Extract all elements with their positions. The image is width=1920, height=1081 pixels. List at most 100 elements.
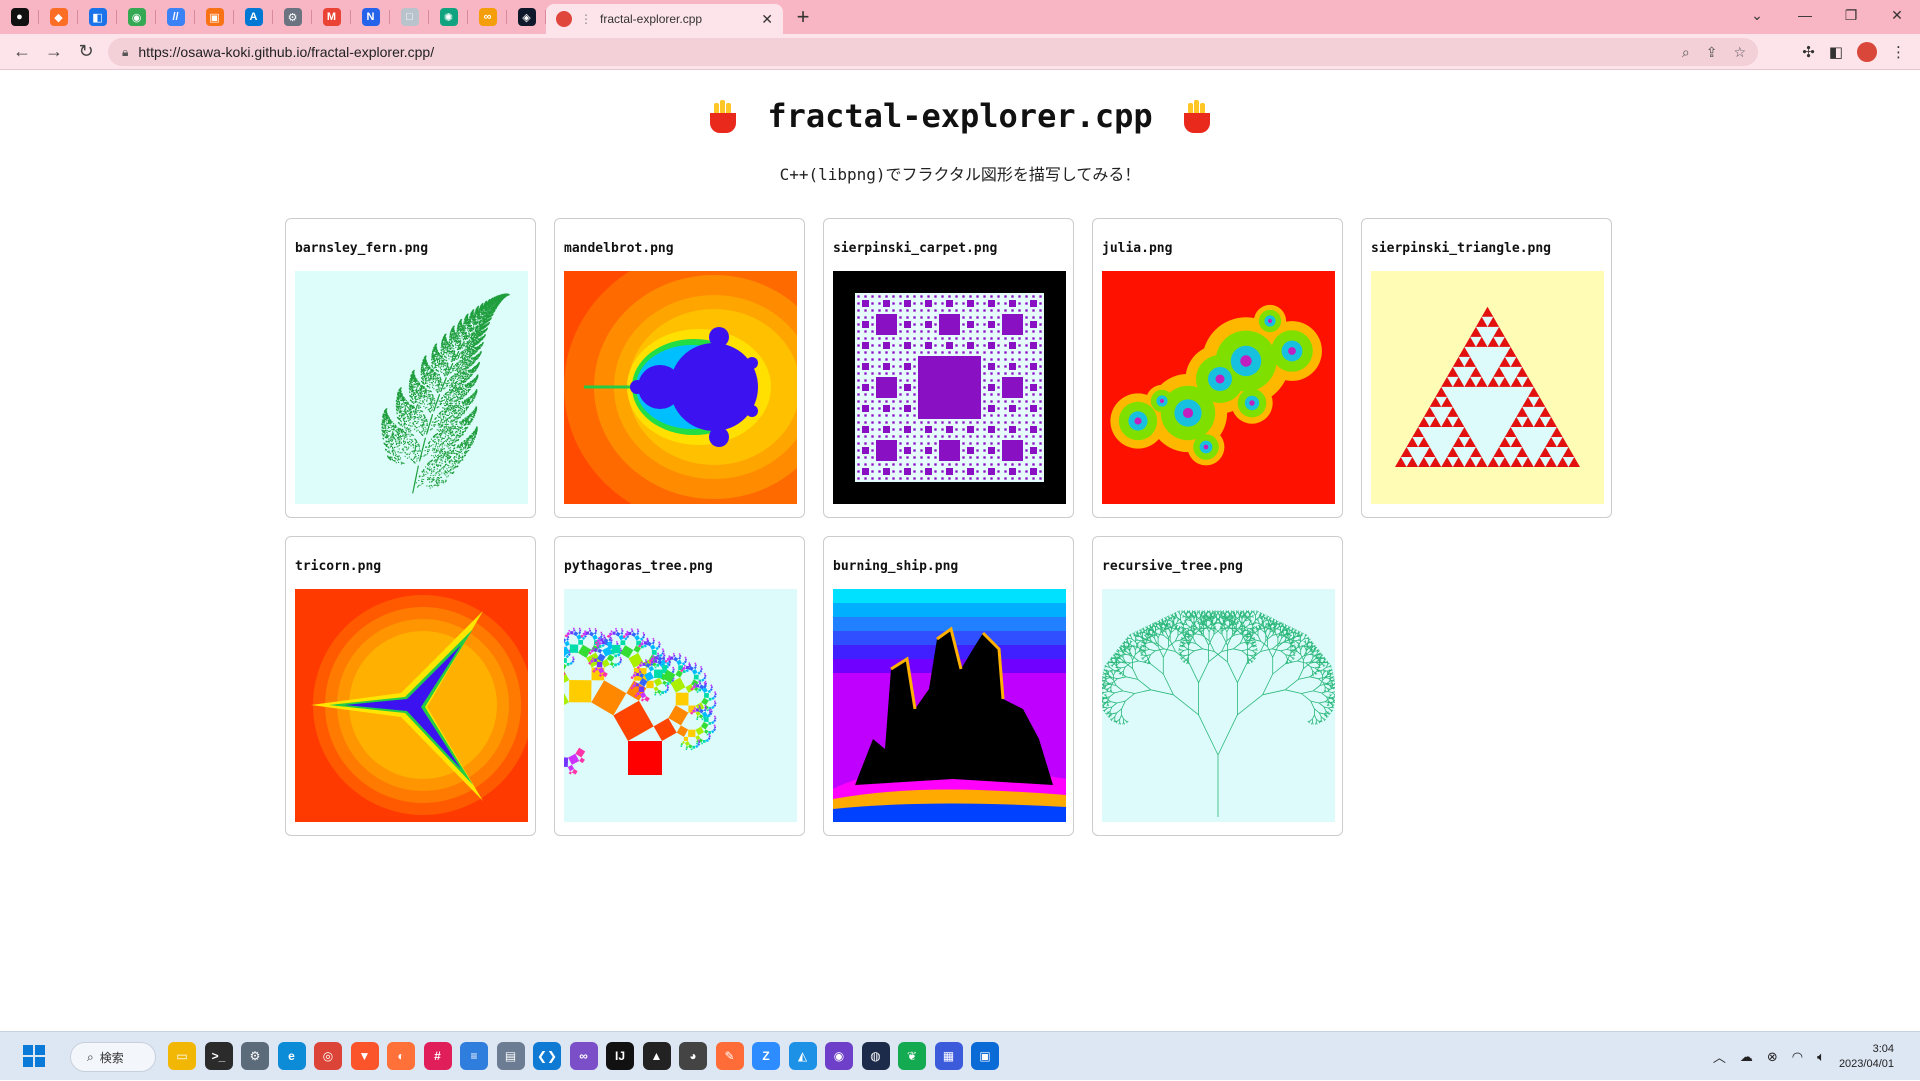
firefox-icon[interactable]: ◐ xyxy=(387,1042,415,1070)
gitlab-icon: ◆ xyxy=(50,8,68,26)
pinned-tab[interactable]: M xyxy=(312,0,351,34)
zoom-icon[interactable]: Z xyxy=(752,1042,780,1070)
notion-icon: N xyxy=(362,8,380,26)
tab-strip: ● ◆ ◧ ◉// ▣ A ⚙ M N □ ✺ ∞ ◈ ⋮ fractal-explorer.cpp ✕… xyxy=(0,0,1920,34)
taskbar: ⌕ 検索 ▭ >_ ⚙ e ◎ ▼ ◐ # ≡ ▤ ❮❯ ∞ IJ ▲ ◕ ✎ Z ◭ ◉ ◍ ❦ ▦ ▣ ︿ ☁ ⊗ ◠ … xyxy=(0,1031,1920,1080)
carpet-fractal-image[interactable] xyxy=(833,271,1066,504)
image-card: pythagoras_tree.png xyxy=(554,536,805,836)
pinned-tab[interactable]: A xyxy=(234,0,273,34)
remote-icon[interactable]: ▣ xyxy=(971,1042,999,1070)
pinned-tab[interactable]: ◆ xyxy=(39,0,78,34)
app-tray-icon[interactable]: ⊗ xyxy=(1767,1049,1778,1065)
grid-app-icon[interactable]: ▦ xyxy=(935,1042,963,1070)
fries-icon xyxy=(707,99,739,133)
pinned-tab[interactable]: ⚙ xyxy=(273,0,312,34)
pinned-tab[interactable]: ● xyxy=(0,0,39,34)
ship-fractal-image[interactable] xyxy=(833,589,1066,822)
clock[interactable]: 3:04 2023/04/01 xyxy=(1839,1042,1894,1072)
notepad-icon[interactable]: ≡ xyxy=(460,1042,488,1070)
terminal-icon[interactable]: >_ xyxy=(205,1042,233,1070)
pinned-tab[interactable]: ∞ xyxy=(468,0,507,34)
gmail-icon: M xyxy=(323,8,341,26)
browser-menu-icon[interactable]: ⋮ xyxy=(1891,43,1906,61)
openai-icon: ✺ xyxy=(440,8,458,26)
share-icon[interactable]: ⇪ xyxy=(1706,44,1718,61)
settings-icon[interactable]: ⚙ xyxy=(241,1042,269,1070)
url-text: https://osawa-koki.github.io/fractal-exp… xyxy=(138,44,434,60)
restore-button[interactable]: ❐ xyxy=(1828,0,1874,30)
close-window-button[interactable]: ✕ xyxy=(1874,0,1920,30)
address-bar[interactable]: 🔒︎ https://osawa-koki.github.io/fractal-… xyxy=(108,38,1758,66)
tricorn-fractal-image[interactable] xyxy=(295,589,528,822)
taskbar-search[interactable]: ⌕ 検索 xyxy=(70,1042,156,1072)
brave-icon[interactable]: ▼ xyxy=(351,1042,379,1070)
close-tab-icon[interactable]: ✕ xyxy=(761,11,773,28)
forward-icon[interactable]: → xyxy=(38,36,70,68)
zoom-icon[interactable]: ⌕ xyxy=(1682,44,1690,61)
extensions-icon[interactable]: ✣ xyxy=(1802,43,1815,61)
visual-studio-icon[interactable]: ∞ xyxy=(570,1042,598,1070)
inkscape-icon[interactable]: ▲ xyxy=(643,1042,671,1070)
image-card: recursive_tree.png xyxy=(1092,536,1343,836)
mongodb-icon[interactable]: ❦ xyxy=(898,1042,926,1070)
pinned-tab[interactable]: N xyxy=(351,0,390,34)
onedrive-icon[interactable]: ☁ xyxy=(1740,1049,1753,1065)
tree-fractal-image[interactable] xyxy=(1102,589,1335,822)
start-button[interactable] xyxy=(20,1042,48,1070)
chrome-icon[interactable]: ◎ xyxy=(314,1042,342,1070)
panda-icon[interactable]: ◕ xyxy=(679,1042,707,1070)
minimize-button[interactable]: — xyxy=(1782,0,1828,30)
file-explorer-icon[interactable]: ▭ xyxy=(168,1042,196,1070)
back-icon[interactable]: ← xyxy=(6,36,38,68)
pinned-tab[interactable]: ◧ xyxy=(78,0,117,34)
image-filename: pythagoras_tree.png xyxy=(564,559,795,581)
image-card: julia.png xyxy=(1092,218,1343,518)
volume-icon[interactable]: 🔈︎ xyxy=(1817,1049,1825,1065)
pinned-tab[interactable]: // xyxy=(156,0,195,34)
tab-search-icon[interactable]: ⌄ xyxy=(1734,0,1780,30)
side-panel-icon[interactable]: ◧ xyxy=(1829,43,1843,61)
postman-icon[interactable]: ✎ xyxy=(716,1042,744,1070)
image-filename: burning_ship.png xyxy=(833,559,1064,581)
wifi-icon[interactable]: ◠ xyxy=(1792,1049,1803,1065)
edge-icon[interactable]: e xyxy=(278,1042,306,1070)
pinned-tab[interactable]: ◉ xyxy=(117,0,156,34)
github-icon: ● xyxy=(11,8,29,26)
tab-menu-icon: ⋮ xyxy=(580,12,592,26)
triangle-fractal-image[interactable] xyxy=(1371,271,1604,504)
pythagoras-fractal-image[interactable] xyxy=(564,589,797,822)
new-tab-button[interactable]: + xyxy=(787,1,819,33)
clock-date: 2023/04/01 xyxy=(1839,1057,1894,1072)
vscode-icon[interactable]: ❮❯ xyxy=(533,1042,561,1070)
remote-desktop-icon[interactable]: ▤ xyxy=(497,1042,525,1070)
package-icon: ▣ xyxy=(206,8,224,26)
profile-avatar[interactable] xyxy=(1857,42,1877,62)
image-card: barnsley_fern.png xyxy=(285,218,536,518)
jetbrains-icon[interactable]: IJ xyxy=(606,1042,634,1070)
github-desktop-icon[interactable]: ◉ xyxy=(825,1042,853,1070)
diamond-icon: ◈ xyxy=(518,8,536,26)
vpn-icon[interactable]: ◍ xyxy=(862,1042,890,1070)
lock-icon: 🔒︎ xyxy=(122,45,128,60)
bookmark-star-icon[interactable]: ☆ xyxy=(1733,44,1746,61)
web-page: fractal-explorer.cpp C++(libpng)でフラクタル図形… xyxy=(0,71,1920,1031)
chevron-up-icon[interactable]: ︿ xyxy=(1713,1047,1726,1066)
slack-icon[interactable]: # xyxy=(424,1042,452,1070)
image-gallery: barnsley_fern.png mandelbrot.png sierpinsk… xyxy=(285,218,1612,836)
docker-icon[interactable]: ◭ xyxy=(789,1042,817,1070)
pinned-tab[interactable]: □ xyxy=(390,0,429,34)
pinned-tab[interactable]: ✺ xyxy=(429,0,468,34)
image-filename: sierpinski_carpet.png xyxy=(833,241,1064,263)
settings-icon: ⚙ xyxy=(284,8,302,26)
pinned-tab[interactable]: ▣ xyxy=(195,0,234,34)
reload-icon[interactable]: ↻ xyxy=(70,36,102,68)
mandelbrot-fractal-image[interactable] xyxy=(564,271,797,504)
search-label: 検索 xyxy=(100,1049,124,1066)
image-filename: recursive_tree.png xyxy=(1102,559,1333,581)
julia-fractal-image[interactable] xyxy=(1102,271,1335,504)
active-tab[interactable]: ⋮ fractal-explorer.cpp ✕ xyxy=(546,4,783,34)
fern-fractal-image[interactable] xyxy=(295,271,528,504)
pinned-tab[interactable]: ◈ xyxy=(507,0,546,34)
page-title: fractal-explorer.cpp xyxy=(767,97,1152,135)
image-card: sierpinski_carpet.png xyxy=(823,218,1074,518)
